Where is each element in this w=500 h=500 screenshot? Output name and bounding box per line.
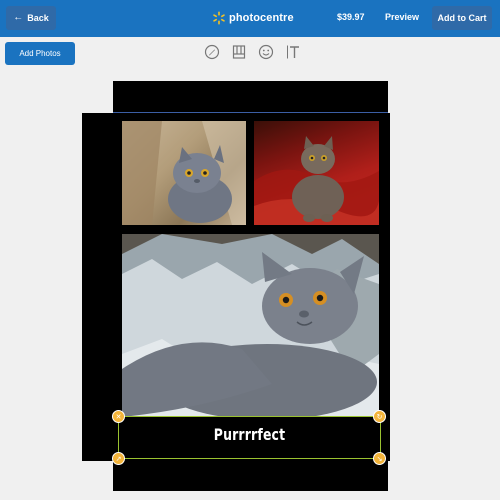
add-to-cart-button[interactable]: Add to Cart bbox=[432, 6, 492, 30]
preview-button[interactable]: Preview bbox=[385, 12, 419, 22]
brand-logo[interactable]: photocentre bbox=[212, 10, 294, 26]
edit-icon[interactable] bbox=[203, 43, 221, 61]
editor-tools bbox=[203, 43, 302, 61]
delete-handle-icon[interactable]: ✕ bbox=[112, 410, 125, 423]
photo-cat-on-red-blanket[interactable] bbox=[254, 121, 379, 225]
layout-icon[interactable] bbox=[230, 43, 248, 61]
add-photos-button[interactable]: Add Photos bbox=[5, 42, 75, 65]
spark-icon bbox=[213, 11, 225, 25]
app-header: ← Back photocentre $39.97 Preview Add to… bbox=[0, 0, 500, 37]
resize-handle-bottom-right-icon[interactable]: ↘ bbox=[373, 452, 386, 465]
back-button[interactable]: ← Back bbox=[6, 6, 56, 30]
rotate-handle-icon[interactable]: ↻ bbox=[373, 410, 386, 423]
photo-cat-lying-on-fur[interactable] bbox=[122, 234, 379, 417]
sticker-icon[interactable] bbox=[257, 43, 275, 61]
photo-cat-in-box[interactable] bbox=[122, 121, 246, 225]
brand-name: photocentre bbox=[229, 12, 294, 24]
back-label: Back bbox=[27, 13, 49, 23]
caption-text[interactable]: Purrrrfect bbox=[147, 425, 352, 444]
cart-price: $39.97 bbox=[337, 12, 365, 22]
safe-area-guide bbox=[113, 112, 388, 113]
text-icon[interactable] bbox=[284, 43, 302, 61]
back-arrow-icon: ← bbox=[13, 12, 24, 23]
resize-handle-bottom-left-icon[interactable]: ↗ bbox=[112, 452, 125, 465]
